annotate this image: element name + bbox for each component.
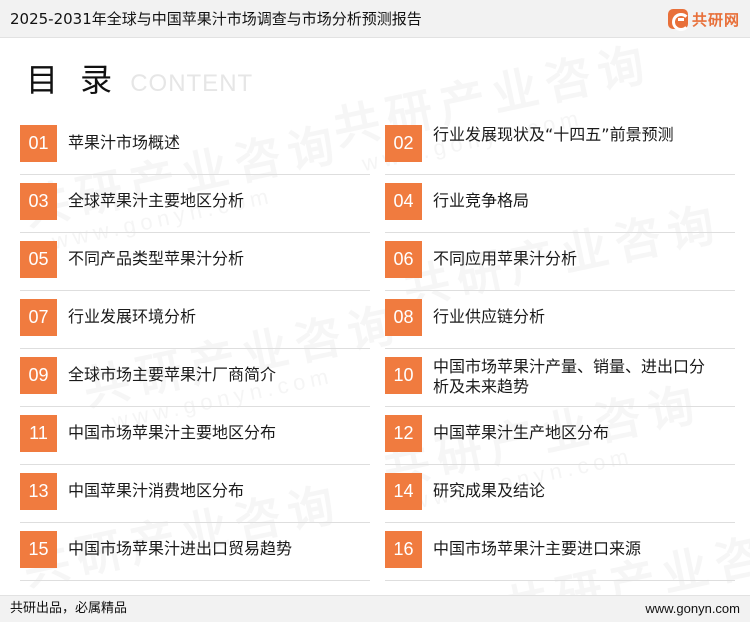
divider bbox=[20, 174, 370, 175]
toc-item-04[interactable]: 04 行业竞争格局 bbox=[385, 183, 735, 233]
toc-number: 13 bbox=[20, 473, 57, 510]
toc-number: 03 bbox=[20, 183, 57, 220]
toc-item-16[interactable]: 16 中国市场苹果汁主要进口来源 bbox=[385, 531, 735, 581]
toc-label: 不同应用苹果汁分析 bbox=[433, 249, 578, 268]
toc-item-07[interactable]: 07 行业发展环境分析 bbox=[20, 299, 370, 349]
toc-number: 11 bbox=[20, 415, 57, 452]
toc-number: 12 bbox=[385, 415, 422, 452]
divider bbox=[385, 348, 735, 349]
toc-label: 中国市场苹果汁进出口贸易趋势 bbox=[68, 539, 293, 558]
divider bbox=[20, 580, 370, 581]
footer-bar: 共研出品，必属精品 www.gonyn.com bbox=[0, 595, 750, 622]
toc-item-02[interactable]: 02 行业发展现状及“十四五”前景预测 bbox=[385, 125, 735, 175]
footer-website: www.gonyn.com bbox=[645, 601, 740, 616]
toc-item-08[interactable]: 08 行业供应链分析 bbox=[385, 299, 735, 349]
toc-label: 研究成果及结论 bbox=[433, 481, 546, 500]
toc-number: 06 bbox=[385, 241, 422, 278]
toc-item-10[interactable]: 10 中国市场苹果汁产量、销量、进出口分析及未来趋势 bbox=[385, 357, 735, 407]
toc-item-11[interactable]: 11 中国市场苹果汁主要地区分布 bbox=[20, 415, 370, 465]
toc-number: 14 bbox=[385, 473, 422, 510]
toc-item-05[interactable]: 05 不同产品类型苹果汁分析 bbox=[20, 241, 370, 291]
toc-label: 全球市场主要苹果汁厂商简介 bbox=[68, 365, 277, 384]
toc-number: 09 bbox=[20, 357, 57, 394]
toc-number: 04 bbox=[385, 183, 422, 220]
toc-label: 中国市场苹果汁产量、销量、进出口分析及未来趋势 bbox=[433, 357, 706, 396]
footer-slogan: 共研出品，必属精品 bbox=[10, 601, 128, 616]
toc-label: 行业竞争格局 bbox=[433, 191, 530, 210]
toc-number: 07 bbox=[20, 299, 57, 336]
divider bbox=[385, 464, 735, 465]
divider bbox=[20, 522, 370, 523]
divider bbox=[385, 522, 735, 523]
toc-item-15[interactable]: 15 中国市场苹果汁进出口贸易趋势 bbox=[20, 531, 370, 581]
toc-number: 10 bbox=[385, 357, 422, 394]
toc-label: 全球苹果汁主要地区分析 bbox=[68, 191, 245, 210]
toc-number: 02 bbox=[385, 125, 422, 162]
divider bbox=[20, 464, 370, 465]
toc-item-12[interactable]: 12 中国苹果汁生产地区分布 bbox=[385, 415, 735, 465]
toc-number: 16 bbox=[385, 531, 422, 568]
divider bbox=[20, 406, 370, 407]
toc-item-06[interactable]: 06 不同应用苹果汁分析 bbox=[385, 241, 735, 291]
divider bbox=[385, 232, 735, 233]
toc-label: 中国市场苹果汁主要进口来源 bbox=[433, 539, 642, 558]
toc-item-03[interactable]: 03 全球苹果汁主要地区分析 bbox=[20, 183, 370, 233]
toc-number: 08 bbox=[385, 299, 422, 336]
toc-item-09[interactable]: 09 全球市场主要苹果汁厂商简介 bbox=[20, 357, 370, 407]
toc-item-01[interactable]: 01 苹果汁市场概述 bbox=[20, 125, 370, 175]
toc-number: 01 bbox=[20, 125, 57, 162]
toc-label: 中国市场苹果汁主要地区分布 bbox=[68, 423, 277, 442]
toc-label: 不同产品类型苹果汁分析 bbox=[68, 249, 245, 268]
toc-label: 行业发展环境分析 bbox=[68, 307, 197, 326]
toc-label: 中国苹果汁消费地区分布 bbox=[68, 481, 245, 500]
divider bbox=[20, 348, 370, 349]
toc-item-13[interactable]: 13 中国苹果汁消费地区分布 bbox=[20, 473, 370, 523]
table-of-contents: 01 苹果汁市场概述 02 行业发展现状及“十四五”前景预测 03 全球苹果汁主… bbox=[0, 0, 750, 622]
divider bbox=[385, 290, 735, 291]
divider bbox=[20, 290, 370, 291]
toc-number: 15 bbox=[20, 531, 57, 568]
divider bbox=[20, 232, 370, 233]
toc-item-14[interactable]: 14 研究成果及结论 bbox=[385, 473, 735, 523]
toc-label: 中国苹果汁生产地区分布 bbox=[433, 423, 610, 442]
divider bbox=[385, 406, 735, 407]
toc-label: 行业发展现状及“十四五”前景预测 bbox=[433, 125, 674, 144]
toc-label: 行业供应链分析 bbox=[433, 307, 546, 326]
divider bbox=[385, 580, 735, 581]
toc-label: 苹果汁市场概述 bbox=[68, 133, 181, 152]
divider bbox=[385, 174, 735, 175]
toc-number: 05 bbox=[20, 241, 57, 278]
